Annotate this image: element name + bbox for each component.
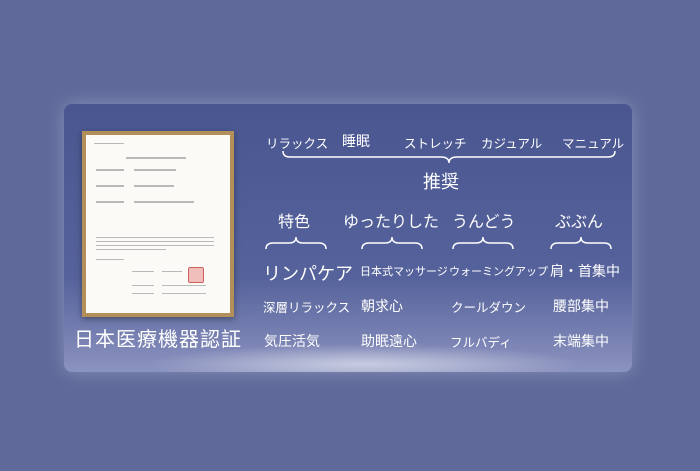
header-feature: 特色 [278, 212, 311, 231]
feature-cell: 気圧活気 [264, 334, 320, 350]
feature-cell: 日本式マッサージ [360, 265, 448, 278]
feature-cell: 深層リラックス [263, 300, 351, 315]
feature-cell: フルバディ [450, 335, 512, 350]
certificate-frame [82, 131, 234, 317]
feature-cell: 助眠遠心 [361, 334, 417, 350]
certificate-document-image [86, 135, 230, 313]
feature-cell: 腰部集中 [553, 299, 609, 315]
brace-feature [265, 236, 327, 250]
recommend-brace [282, 150, 616, 164]
feature-cell: 末端集中 [553, 334, 609, 350]
brace-exercise [452, 236, 514, 250]
header-exercise: うんどう [452, 212, 516, 231]
feature-cell: 朝求心 [361, 299, 403, 315]
feature-cell: ウォーミングアップ [449, 265, 548, 278]
brace-relaxed [361, 236, 423, 250]
header-partial: ぶぶん [555, 212, 604, 231]
recommend-item-sleep: 睡眠 [342, 134, 370, 150]
feature-cell: 肩・首集中 [550, 264, 620, 280]
feature-cell: リンパケア [263, 264, 353, 285]
seal-stamp [188, 267, 204, 283]
recommend-label: 推奨 [423, 172, 459, 193]
header-relaxed: ゆったりした [343, 212, 440, 231]
feature-cell: クールダウン [451, 300, 527, 315]
brace-partial [550, 236, 612, 250]
